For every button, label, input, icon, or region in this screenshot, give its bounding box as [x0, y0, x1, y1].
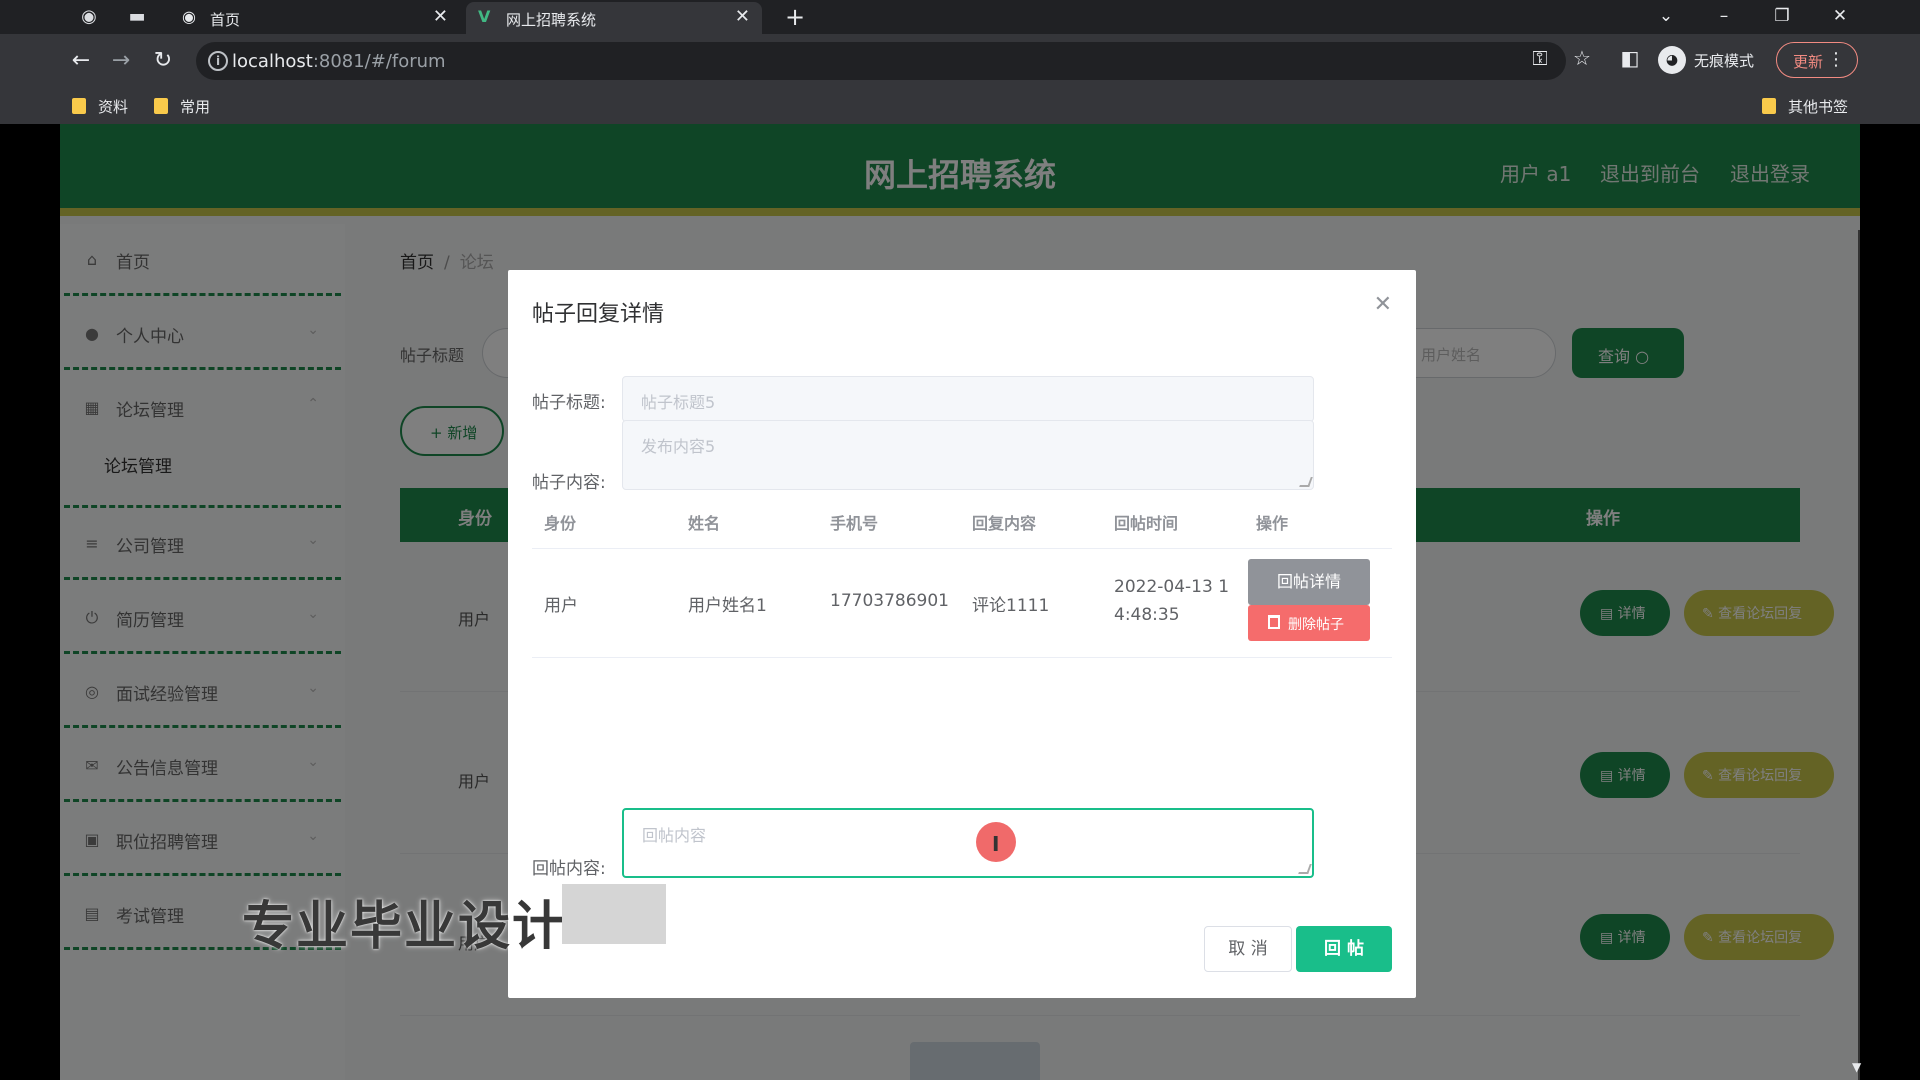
- back-arrow-icon[interactable]: ←: [66, 46, 96, 76]
- incognito-icon[interactable]: ◕: [1658, 46, 1686, 74]
- profile-globe-icon[interactable]: ◉: [74, 4, 104, 30]
- blurred-region: [562, 884, 666, 944]
- url-host: localhost: [232, 51, 313, 72]
- reply-content-textarea[interactable]: 回帖内容: [622, 808, 1314, 878]
- folder-icon: [72, 98, 86, 114]
- tab-strip: ◉ ▬ ◉ 首页 ✕ V 网上招聘系统 ✕ + ⌄ – ❐ ✕: [0, 0, 1920, 34]
- bookmark-label: 其他书签: [1788, 98, 1849, 116]
- field-value: 发布内容5: [641, 437, 716, 456]
- close-icon[interactable]: ✕: [1374, 292, 1392, 317]
- column-header: 手机号: [830, 514, 879, 533]
- tab-title: 首页: [210, 11, 241, 29]
- bookmark-folder-ziliao[interactable]: 资料: [72, 96, 128, 117]
- cell-time: 4:48:35: [1114, 605, 1180, 625]
- cell-phone: 17703786901: [830, 591, 949, 611]
- restore-icon[interactable]: ❐: [1762, 2, 1802, 30]
- watermark-text: 专业毕业设计: [242, 897, 567, 957]
- folder-icon: [1762, 98, 1776, 114]
- globe-icon: ◉: [182, 7, 196, 26]
- other-bookmarks[interactable]: 其他书签: [1762, 96, 1848, 117]
- reload-icon[interactable]: ↻: [148, 46, 178, 76]
- vue-logo-icon: V: [478, 7, 491, 26]
- forward-arrow-icon[interactable]: →: [106, 46, 136, 76]
- side-panel-icon[interactable]: ◧: [1616, 46, 1644, 70]
- button-label: 删除帖子: [1288, 617, 1344, 633]
- minimize-icon[interactable]: –: [1704, 2, 1744, 30]
- bookmark-label: 常用: [180, 98, 211, 116]
- placeholder: 回帖内容: [642, 826, 707, 845]
- tab-title: 网上招聘系统: [506, 11, 597, 29]
- post-title-label: 帖子标题:: [532, 393, 606, 413]
- post-content-field: 发布内容5: [622, 420, 1314, 490]
- incognito-label: 无痕模式: [1694, 52, 1755, 70]
- tab-home[interactable]: ◉ 首页 ✕: [170, 2, 460, 34]
- field-value: 帖子标题5: [641, 393, 716, 412]
- column-header: 身份: [544, 514, 577, 533]
- update-button[interactable]: 更新 ⋮: [1776, 42, 1858, 78]
- folder-icon: [154, 98, 168, 114]
- star-icon[interactable]: ☆: [1568, 46, 1596, 70]
- column-header: 回复内容: [972, 514, 1037, 533]
- text-cursor-icon: I: [992, 832, 1000, 856]
- bookmarks-bar: 资料 常用 其他书签: [0, 88, 1920, 124]
- tab-search-icon[interactable]: ▬: [122, 4, 152, 30]
- scrollbar[interactable]: [1858, 230, 1860, 1080]
- column-header: 姓名: [688, 514, 721, 533]
- cell-name: 用户姓名1: [688, 596, 767, 616]
- browser-chrome: ◉ ▬ ◉ 首页 ✕ V 网上招聘系统 ✕ + ⌄ – ❐ ✕ ← → ↻ i: [0, 0, 1920, 124]
- close-window-icon[interactable]: ✕: [1820, 2, 1860, 30]
- reply-table-row: 用户 用户姓名1 17703786901 评论1111 2022-04-13 1…: [532, 548, 1392, 658]
- site-info-icon[interactable]: i: [208, 51, 228, 71]
- cell-time: 2022-04-13 1: [1114, 577, 1230, 597]
- close-tab-icon[interactable]: ✕: [735, 6, 750, 27]
- column-header: 操作: [1256, 514, 1289, 533]
- bookmark-folder-changyong[interactable]: 常用: [154, 96, 210, 117]
- delete-post-button[interactable]: 删除帖子: [1248, 605, 1370, 641]
- column-header: 回帖时间: [1114, 514, 1179, 533]
- post-title-field: 帖子标题5: [622, 376, 1314, 422]
- cell-content: 评论1111: [972, 596, 1050, 616]
- reply-content-label: 回帖内容:: [532, 859, 606, 879]
- screen: ◉ ▬ ◉ 首页 ✕ V 网上招聘系统 ✕ + ⌄ – ❐ ✕ ← → ↻ i: [0, 0, 1920, 1080]
- submit-reply-button[interactable]: 回 帖: [1296, 926, 1392, 972]
- browser-toolbar: ← → ↻ i localhost:8081/#/forum ⚿ ☆ ◧ ◕ 无…: [0, 34, 1920, 88]
- url-text: localhost:8081/#/forum: [232, 51, 446, 72]
- reply-table-header: 身份 姓名 手机号 回复内容 回帖时间 操作: [532, 506, 1392, 542]
- tab-list-chevron-icon[interactable]: ⌄: [1646, 2, 1686, 30]
- url-path: :8081/#/forum: [312, 51, 446, 72]
- update-label: 更新: [1793, 53, 1824, 71]
- cancel-button[interactable]: 取 消: [1204, 926, 1292, 972]
- trash-icon: [1268, 615, 1280, 629]
- bookmark-label: 资料: [98, 98, 129, 116]
- reply-detail-button[interactable]: 回帖详情: [1248, 559, 1370, 605]
- resize-handle-icon[interactable]: [1299, 477, 1313, 487]
- resize-handle-icon[interactable]: [1298, 864, 1312, 874]
- new-tab-button[interactable]: +: [780, 2, 810, 32]
- scroll-down-arrow-icon[interactable]: ▼: [1852, 1060, 1861, 1074]
- key-icon[interactable]: ⚿: [1526, 46, 1554, 70]
- post-content-label: 帖子内容:: [532, 473, 606, 493]
- close-tab-icon[interactable]: ✕: [433, 6, 448, 27]
- cell-identity: 用户: [544, 596, 578, 616]
- more-menu-icon[interactable]: ⋮: [1827, 49, 1845, 70]
- dialog-title: 帖子回复详情: [532, 302, 665, 327]
- tab-recruitment[interactable]: V 网上招聘系统 ✕: [466, 2, 762, 34]
- address-bar[interactable]: i localhost:8081/#/forum: [196, 42, 1566, 80]
